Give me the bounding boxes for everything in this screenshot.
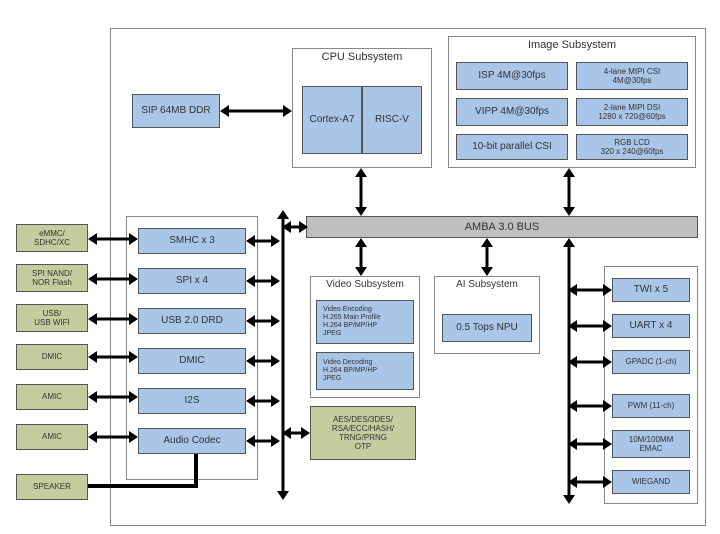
isp: ISP 4M@30fps [456,62,568,90]
mipi-dsi: 2-lane MIPI DSI 1280 x 720@60fps [576,98,688,126]
audio-speaker-connector-h [88,484,198,488]
video-encoding: Video Encoding H.265 Main Profile H.264 … [316,300,414,344]
cpu-subsystem-title: CPU Subsystem [293,51,431,63]
ext-spi-flash: SPI NAND/ NOR Flash [16,264,88,292]
arrow-ext-usb [88,312,138,326]
arrow-smhc [246,234,280,248]
crypto-block: AES/DES/3DES/ RSA/ECC/HASH/ TRNG/PRNG OT… [310,406,416,460]
arrow-r-wiegand [568,476,612,488]
emac: 10M/100MM EMAC [612,430,690,458]
ext-emmc: eMMC/ SDHC/XC [16,224,88,252]
arrow-ext-spi [88,272,138,286]
twi: TWI x 5 [612,278,690,302]
mipi-csi: 4-lane MIPI CSI 4M@30fps [576,62,688,90]
video-decoding: Video Decoding H.264 BP/MP/HP JPEG [316,352,414,390]
video-subsystem-title: Video Subsystem [311,279,419,290]
uart: UART x 4 [612,314,690,338]
ext-amic-2: AMIC [16,424,88,450]
smhc: SMHC x 3 [138,228,246,254]
arrow-usb [246,314,280,328]
arrow-ext-amic1 [88,390,138,404]
arrow-ext-dmic [88,350,138,364]
image-subsystem-title: Image Subsystem [449,39,695,51]
spi: SPI x 4 [138,268,246,294]
ai-subsystem-title: AI Subsystem [435,279,539,290]
arrow-audio [246,434,280,448]
ext-amic-1: AMIC [16,384,88,410]
i2s: I2S [138,388,246,414]
arrow-bus-right [562,238,576,504]
arrow-trunk-crypto [282,426,310,440]
audio-speaker-connector-v [194,454,198,486]
arrow-sip-cpu [220,104,292,118]
arrow-bus-video [354,238,368,276]
audio-codec: Audio Codec [138,428,246,454]
arrow-r-emac [568,438,612,450]
arrow-ext-amic2 [88,430,138,444]
gpadc: GPADC (1-ch) [612,350,690,374]
sip-ddr: SIP 64MB DDR [132,94,220,128]
wiegand: WIEGAND [612,470,690,494]
ext-usb-wifi: USB/ USB WIFI [16,304,88,332]
arrow-r-twi [568,284,612,296]
rgb-lcd: RGB LCD 320 x 240@60fps [576,134,688,160]
pwm: PWM (11-ch) [612,394,690,418]
vipp: VIPP 4M@30fps [456,98,568,126]
arrow-dmic [246,354,280,368]
amba-bus: AMBA 3.0 BUS [306,216,698,238]
arrow-i2s [246,394,280,408]
arrow-ext-emmc [88,232,138,246]
arrow-r-gpadc [568,356,612,368]
ext-speaker: SPEAKER [16,474,88,500]
arrow-bus-ai [480,238,494,276]
dmic-internal: DMIC [138,348,246,374]
arrow-r-uart [568,320,612,332]
cpu-core-riscv: RISC-V [362,86,422,154]
arrow-r-pwm [568,400,612,412]
arrow-spi [246,274,280,288]
ext-dmic: DMIC [16,344,88,370]
arrow-trunk-bus [282,220,308,234]
usb-drd: USB 2.0 DRD [138,308,246,334]
parallel-csi: 10-bit parallel CSI [456,134,568,160]
arrow-image-bus [562,168,576,216]
cpu-core-a7: Cortex-A7 [302,86,362,154]
npu: 0.5 Tops NPU [442,314,532,342]
arrow-cpu-bus [354,168,368,216]
